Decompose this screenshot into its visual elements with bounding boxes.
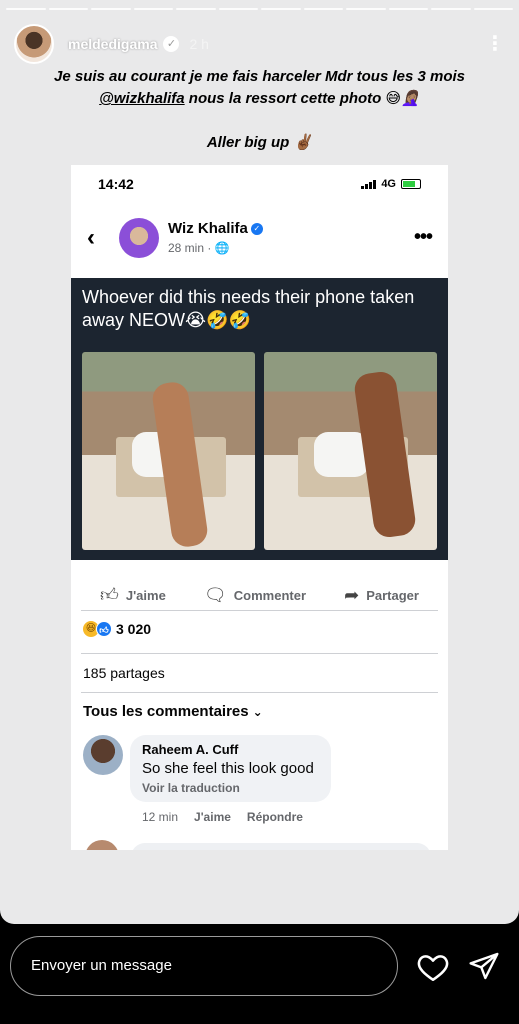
post-time: 28 min · [168,241,215,255]
comment-bubble-icon: 🗨︎ [203,584,227,605]
post-author[interactable]: Wiz Khalifa [168,220,248,237]
progress-segment [431,8,471,10]
progress-segment [176,8,216,10]
like-reaction-icon: 👍︎ [96,621,112,637]
profile-avatar[interactable] [14,24,54,64]
comment-like-button[interactable]: J'aime [194,810,231,824]
progress-segment [388,8,428,10]
back-arrow-icon[interactable]: ‹ [87,224,117,252]
photo-dog [264,352,437,550]
progress-segment [133,8,173,10]
verified-badge-icon: ✓ [250,222,263,235]
comment-reply-button[interactable]: Répondre [247,810,303,824]
story-time: 2 h [189,36,209,52]
story-viewer[interactable]: meldedigama ✓ 2 h ⋮ Je suis au courant j… [0,0,519,924]
status-bar: 14:42 4G [71,165,448,203]
progress-segment [218,8,258,10]
progress-segment [473,8,513,10]
shares-count[interactable]: 185 partages [83,665,165,681]
progress-segment [6,8,46,10]
post-actions: 👍︎ J'aime 🗨︎ Commenter ➦ Partager [71,575,448,615]
like-button[interactable]: 👍︎ J'aime [100,584,166,606]
clock: 14:42 [98,176,134,192]
comments-filter-dropdown[interactable]: Tous les commentaires ⌄ [83,703,263,720]
signal-icon [361,179,377,189]
caption-text-1: Je suis au courant je me fais harceler M… [54,68,465,85]
comment-label: Commenter [233,587,307,603]
next-comment-bubble [131,843,431,850]
see-translation-link[interactable]: Voir la traduction [142,781,319,795]
photo-woman [82,352,255,550]
progress-segment [303,8,343,10]
comment-time: 12 min [142,810,179,824]
message-input[interactable]: Envoyer un message [10,936,398,996]
post-header: ‹ Wiz Khalifa ✓ 28 min · 🌐 ••• [71,215,448,260]
mention-link[interactable]: @wizkhalifa [99,90,184,107]
more-options-icon[interactable]: ⋮ [485,34,505,54]
like-label: J'aime [125,587,166,603]
globe-icon: 🌐 [214,241,230,255]
send-icon[interactable] [468,950,500,982]
battery-icon [401,179,421,189]
divider [81,692,438,693]
post-options-icon[interactable]: ••• [414,226,433,249]
comment-button[interactable]: 🗨︎ Commenter [204,585,306,606]
comment-actions: 12 min J'aime Répondre [142,810,303,824]
story-header: meldedigama ✓ 2 h ⋮ [14,22,505,66]
meme-text: Whoever did this needs their phone taken… [82,287,415,330]
share-button[interactable]: ➦ Partager [344,585,419,606]
share-arrow-icon: ➦ [344,584,360,605]
screenshot-phone: 14:42 4G ‹ Wiz Khalifa✓ 28 min · 🌐 ••• [71,165,448,850]
next-commenter-avatar [85,840,119,850]
comment-bubble[interactable]: Raheem A. Cuff So she feel this look goo… [130,735,331,802]
chevron-down-icon: ⌄ [252,705,263,719]
story-caption: Je suis au courant je me fais harceler M… [20,66,499,110]
commenter-avatar[interactable] [83,735,123,775]
heart-icon[interactable] [416,950,450,984]
progress-segment [91,8,131,10]
author-avatar[interactable] [119,217,159,258]
caption-text-2: nous la ressort cette photo 😅🤦🏽‍♀️ [184,90,420,107]
network-label: 4G [381,178,396,190]
reply-bar: Envoyer un message [0,924,519,1024]
comments-filter-label: Tous les commentaires [83,703,249,720]
comment-item: Raheem A. Cuff So she feel this look goo… [83,735,331,802]
verified-icon: ✓ [163,36,180,52]
comment-text: So she feel this look good [142,760,314,777]
story-progress-bar [6,8,513,10]
meme-image[interactable]: Whoever did this needs their phone taken… [71,278,448,560]
reaction-count: 3 020 [116,621,152,637]
share-label: Partager [366,587,419,603]
thumbs-up-icon: 👍︎ [100,585,119,605]
divider [81,610,438,611]
progress-segment [346,8,386,10]
story-caption-line2: Aller big up ✌🏾 [206,134,313,151]
divider [81,653,438,654]
progress-segment [261,8,301,10]
reactions-summary[interactable]: 😆 👍︎ 3 020 [83,621,151,637]
commenter-name[interactable]: Raheem A. Cuff [142,742,319,757]
story-username[interactable]: meldedigama [68,36,157,52]
progress-segment [48,8,88,10]
